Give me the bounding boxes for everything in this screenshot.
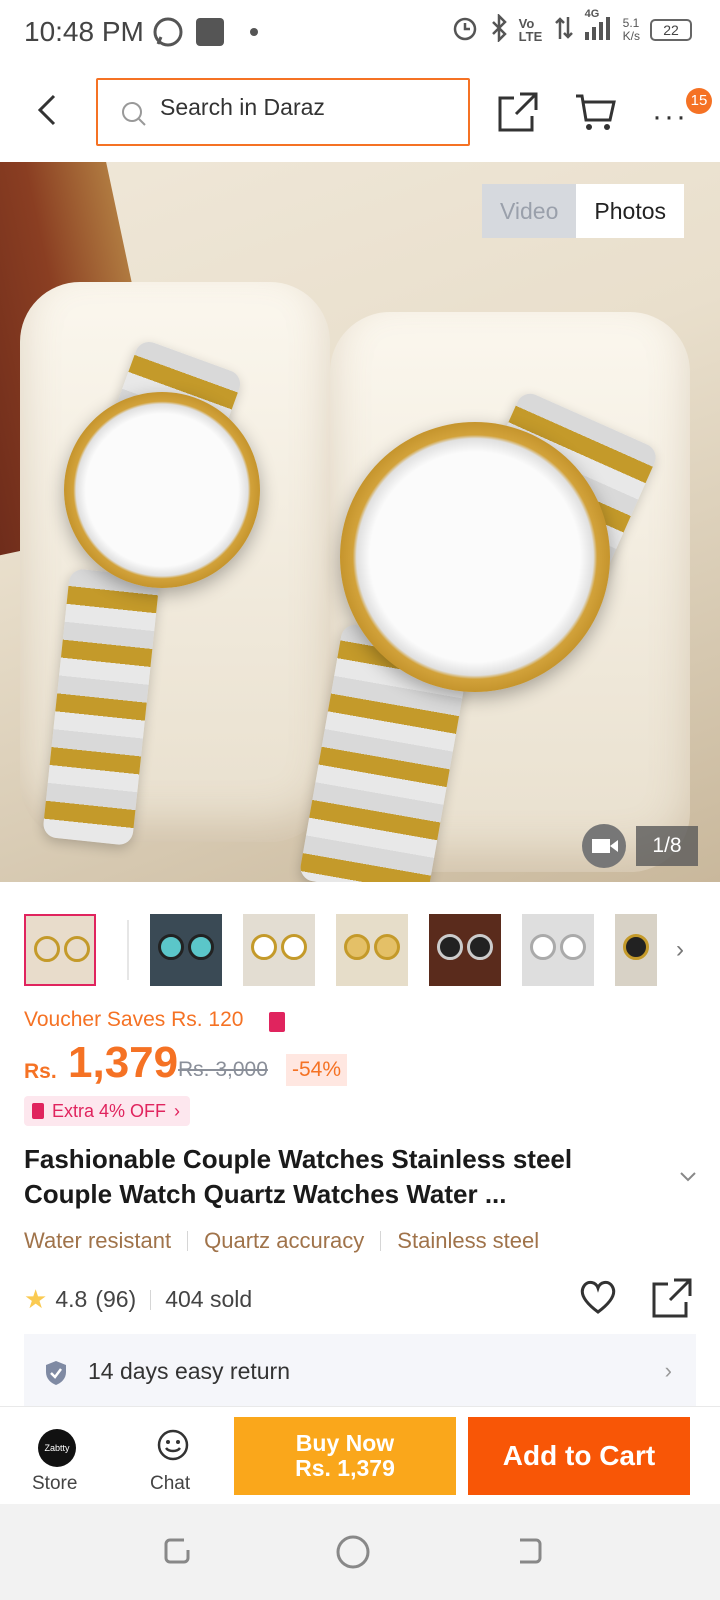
search-input[interactable] — [160, 94, 450, 121]
cart-badge: 15 — [686, 88, 712, 114]
divider — [187, 1231, 189, 1251]
signal-icon: 4G — [583, 8, 613, 45]
chevron-right-icon[interactable]: › — [676, 936, 684, 964]
network-type-label: 4G — [584, 8, 600, 20]
shield-icon — [44, 1360, 68, 1391]
store-logo-icon[interactable]: Zabtty — [38, 1429, 76, 1467]
chevron-down-icon[interactable] — [678, 1170, 698, 1188]
product-image[interactable]: Video Photos 1/8 — [0, 162, 720, 882]
thumbnail-5[interactable] — [429, 914, 501, 986]
back-arrow-icon[interactable] — [34, 92, 62, 128]
wishlist-heart-icon[interactable] — [578, 1278, 618, 1321]
alarm-icon — [451, 14, 479, 45]
status-bar: 10:48 PM Vo LTE 4G 5.1 K/s 22 — [0, 0, 720, 66]
buy-now-button[interactable]: Buy Now Rs. 1,379 — [234, 1417, 456, 1495]
star-icon: ★ — [24, 1284, 48, 1314]
return-policy-text: 14 days easy return — [88, 1358, 291, 1384]
voucher-text[interactable]: Voucher Saves Rs. 120 — [24, 1008, 243, 1032]
divider — [150, 1289, 152, 1310]
status-time: 10:48 PM — [24, 16, 144, 47]
back-gesture-icon[interactable] — [512, 1534, 546, 1573]
notification-dot-icon — [250, 28, 258, 36]
rating-value: 4.8 — [55, 1286, 88, 1312]
add-to-cart-button[interactable]: Add to Cart — [468, 1417, 690, 1495]
buy-now-label: Buy Now — [295, 1430, 395, 1456]
share-icon[interactable] — [498, 92, 538, 137]
voucher-ticket-icon — [269, 1012, 285, 1032]
product-title[interactable]: Fashionable Couple Watches Stainless ste… — [24, 1142, 664, 1212]
thumbnail-3[interactable] — [243, 914, 315, 986]
recent-apps-icon[interactable] — [160, 1534, 194, 1573]
watch-dial-large — [340, 422, 610, 692]
coupon-icon — [32, 1103, 44, 1119]
tab-video[interactable]: Video — [481, 184, 577, 238]
thumbnail-strip: › — [0, 908, 720, 988]
chat-label[interactable]: Chat — [150, 1473, 190, 1495]
review-count: (96) — [95, 1286, 137, 1312]
thumbnail-7[interactable] — [615, 914, 657, 986]
divider — [380, 1231, 382, 1251]
extra-off-label: Extra 4% OFF — [52, 1101, 167, 1121]
media-tabs: Video Photos — [481, 184, 684, 238]
image-counter: 1/8 — [636, 826, 698, 866]
cart-icon[interactable] — [574, 92, 616, 137]
store-label[interactable]: Store — [32, 1473, 77, 1495]
thumbnail-1[interactable] — [24, 914, 96, 986]
data-arrows-icon — [554, 15, 573, 44]
chevron-right-icon: › — [174, 1101, 181, 1121]
chat-icon[interactable] — [156, 1429, 190, 1468]
battery-icon: 22 — [650, 18, 692, 41]
thumbnail-2[interactable] — [150, 914, 222, 986]
chevron-right-icon: › — [664, 1358, 672, 1383]
search-icon — [120, 100, 148, 133]
thumbnail-6[interactable] — [522, 914, 594, 986]
easy-return-row[interactable]: 14 days easy return › — [24, 1334, 696, 1410]
watch-dial-small — [64, 392, 260, 588]
net-speed: 5.1 K/s — [622, 15, 640, 43]
system-navigation-bar — [0, 1504, 720, 1600]
tab-photos[interactable]: Photos — [576, 184, 684, 238]
net-speed-unit: K/s — [622, 28, 640, 43]
highlight-item: Quartz accuracy — [204, 1228, 365, 1253]
original-price: Rs. 3,000 — [178, 1058, 268, 1081]
search-bar[interactable] — [96, 78, 470, 146]
video-camera-icon[interactable] — [582, 824, 626, 868]
more-options-icon[interactable]: ··· — [652, 100, 688, 134]
share-icon[interactable] — [652, 1278, 692, 1323]
extra-off-badge[interactable]: Extra 4% OFF › — [24, 1096, 191, 1126]
current-price: 1,379 — [68, 1038, 179, 1087]
top-navigation: ··· 15 — [0, 66, 720, 162]
thumbnail-divider — [127, 920, 129, 980]
discount-badge: -54% — [286, 1054, 348, 1086]
app-notification-icon — [196, 18, 224, 46]
sold-count: 404 sold — [165, 1286, 253, 1312]
product-highlights: Water resistant Quartz accuracy Stainles… — [24, 1228, 539, 1254]
buy-now-price: Rs. 1,379 — [295, 1455, 395, 1481]
thumbnail-4[interactable] — [336, 914, 408, 986]
net-speed-value: 5.1 — [622, 15, 640, 30]
whatsapp-icon — [152, 16, 184, 53]
highlight-item: Stainless steel — [397, 1228, 540, 1253]
home-icon[interactable] — [335, 1534, 371, 1575]
price-currency: Rs. — [24, 1060, 57, 1083]
bottom-action-bar: Zabtty Store Chat Buy Now Rs. 1,379 Add … — [0, 1406, 720, 1504]
volte-icon: Vo LTE — [518, 15, 543, 44]
highlight-item: Water resistant — [24, 1228, 172, 1253]
rating-row[interactable]: ★ 4.8 (96) 404 sold — [24, 1284, 252, 1315]
bluetooth-icon — [489, 12, 509, 45]
